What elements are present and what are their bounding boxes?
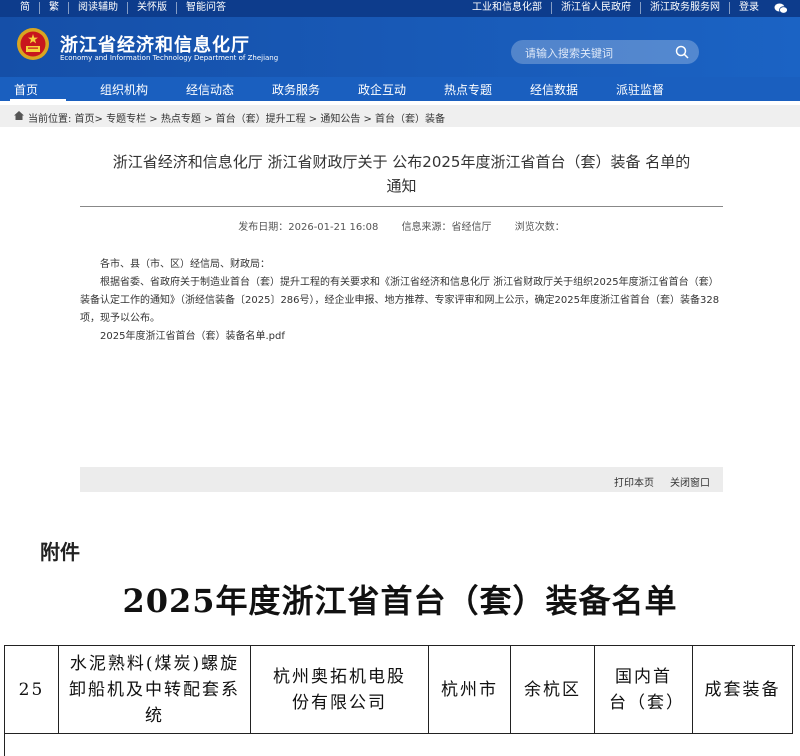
nav-active-indicator	[10, 99, 66, 101]
equipment-table: 25 水泥熟料(煤炭)螺旋卸船机及中转配套系统 杭州奥拓机电股份有限公司 杭州市…	[4, 645, 795, 756]
article-tools: 打印本页 关闭窗口	[80, 467, 723, 492]
list-title: 2025年度浙江省首台（套）装备名单	[122, 582, 678, 620]
nav-services[interactable]: 政务服务	[272, 81, 320, 98]
salutation: 各市、县（市、区）经信局、财政局：	[100, 259, 270, 270]
publish-date: 发布日期：2026-01-21 16:08	[238, 222, 379, 233]
site-subtitle: Economy and Information Technology Depar…	[60, 54, 279, 62]
search-input[interactable]	[523, 44, 677, 62]
article-paragraph: 根据省委、省政府关于制造业首台（套）提升工程的有关要求和《浙江省经济和信息化厅 …	[80, 277, 720, 324]
login-link[interactable]: 登录	[730, 2, 768, 14]
table-cell-name: 水泥熟料(煤炭)螺旋卸船机及中转配套系统	[59, 646, 251, 734]
site-header: 浙江省经济和信息化厅 Economy and Information Techn…	[0, 17, 800, 77]
zj-gov-link[interactable]: 浙江省人民政府	[552, 2, 641, 14]
table-cell-district: 余杭区	[511, 646, 595, 734]
smart-qa-link[interactable]: 智能问答	[177, 2, 235, 14]
article-meta: 发布日期：2026-01-21 16:08 信息来源：省经信厅 浏览次数：	[80, 218, 723, 233]
article-title: 浙江省经济和信息化厅 浙江省财政厅关于 公布2025年度浙江省首台（套）装备 名…	[80, 150, 723, 198]
article-title-line2: 通知	[386, 177, 417, 195]
table-cell-company: 杭州奥拓机电股份有限公司	[251, 646, 429, 734]
print-button[interactable]: 打印本页	[614, 474, 654, 489]
table-cell-level: 国内首台（套）	[595, 646, 693, 734]
miit-link[interactable]: 工业和信息化部	[463, 2, 552, 14]
breadcrumb-text[interactable]: 当前位置: 首页> 专题专栏 > 热点专题 > 首台（套）提升工程 > 通知公告…	[28, 110, 445, 125]
traditional-link[interactable]: 繁	[40, 2, 69, 14]
table-cell-city: 杭州市	[429, 646, 511, 734]
nav-supervision[interactable]: 派驻监督	[616, 81, 664, 98]
article-body: 各市、县（市、区）经信局、财政局： 根据省委、省政府关于制造业首台（套）提升工程…	[80, 256, 723, 346]
table-cell-category: 成套装备	[693, 646, 793, 734]
attachment-label: 附件	[40, 540, 80, 564]
article-title-line1: 浙江省经济和信息化厅 浙江省财政厅关于 公布2025年度浙江省首台（套）装备 名…	[112, 153, 691, 171]
table-cell-no: 25	[5, 646, 59, 734]
view-count: 浏览次数：	[514, 222, 565, 233]
zj-service-link[interactable]: 浙江政务服务网	[641, 2, 730, 14]
reading-aid-link[interactable]: 阅读辅助	[69, 2, 128, 14]
nav-home[interactable]: 首页	[14, 81, 38, 98]
close-window-button[interactable]: 关闭窗口	[670, 474, 710, 489]
nav-interaction[interactable]: 政企互动	[358, 81, 406, 98]
simplified-link[interactable]: 简	[20, 2, 40, 14]
nav-topics[interactable]: 热点专题	[444, 81, 492, 98]
care-mode-link[interactable]: 关怀版	[128, 2, 177, 14]
attachment-link[interactable]: 2025年度浙江省首台（套）装备名单.pdf	[80, 328, 723, 346]
wechat-icon[interactable]	[774, 3, 788, 14]
breadcrumb: 当前位置: 首页> 专题专栏 > 热点专题 > 首台（套）提升工程 > 通知公告…	[0, 105, 800, 127]
main-nav: 首页 组织机构 经信动态 政务服务 政企互动 热点专题 经信数据 派驻监督	[0, 77, 800, 101]
title-divider	[80, 206, 723, 207]
search-icon[interactable]	[675, 45, 689, 59]
search-box	[511, 40, 699, 64]
nav-data[interactable]: 经信数据	[530, 81, 578, 98]
national-emblem-icon	[17, 28, 49, 60]
top-right-links: 工业和信息化部 浙江省人民政府 浙江政务服务网 登录	[463, 2, 788, 14]
top-left-links: 简 繁 阅读辅助 关怀版 智能问答	[20, 2, 235, 14]
info-source: 信息来源：省经信厅	[401, 222, 492, 233]
nav-news[interactable]: 经信动态	[186, 81, 234, 98]
nav-organization[interactable]: 组织机构	[100, 81, 148, 98]
top-bar: 简 繁 阅读辅助 关怀版 智能问答 工业和信息化部 浙江省人民政府 浙江政务服务…	[0, 0, 800, 17]
home-icon	[14, 111, 24, 120]
